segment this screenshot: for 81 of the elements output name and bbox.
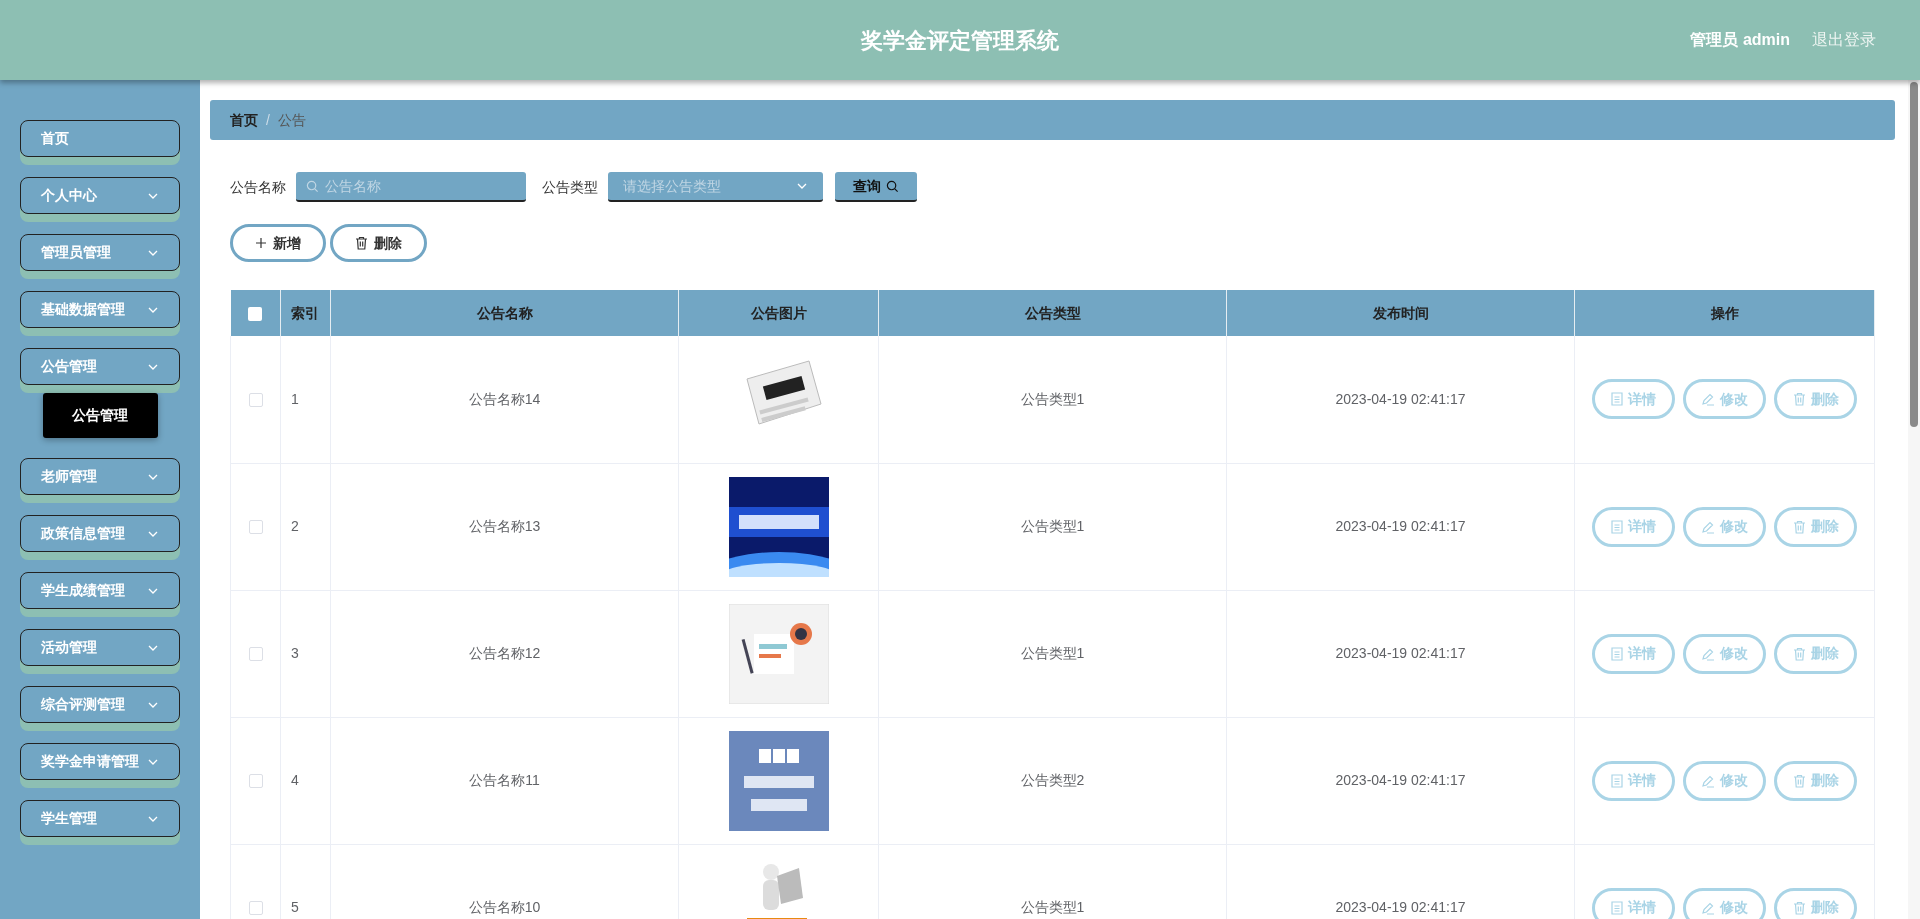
table-cell: 3 bbox=[291, 645, 299, 661]
row-action-button[interactable]: 删除 bbox=[1774, 887, 1857, 919]
row-action-button[interactable]: 详情 bbox=[1592, 506, 1675, 547]
row-checkbox[interactable] bbox=[248, 393, 263, 408]
table-cell: 2023-04-19 02:41:17 bbox=[1335, 645, 1466, 661]
pencil-icon bbox=[1701, 646, 1715, 661]
table-cell: 公告类型1 bbox=[1020, 518, 1085, 534]
document-icon bbox=[1611, 646, 1623, 661]
app-title: 奖学金评定管理系统 bbox=[861, 26, 1059, 55]
table-cell: 公告名称13 bbox=[468, 518, 541, 534]
trash-icon bbox=[1792, 646, 1806, 661]
pencil-icon bbox=[1701, 519, 1715, 534]
submenu-item[interactable]: 公告管理 bbox=[42, 393, 158, 438]
plus-icon bbox=[255, 237, 267, 249]
table-cell: 公告名称12 bbox=[468, 645, 541, 661]
document-icon bbox=[1611, 392, 1623, 407]
table-cell: 公告类型2 bbox=[1020, 772, 1085, 788]
scrollbar[interactable] bbox=[1908, 80, 1920, 919]
table-cell: 2023-04-19 02:41:17 bbox=[1335, 390, 1466, 407]
row-checkbox[interactable] bbox=[248, 901, 263, 916]
table-cell: 公告名称14 bbox=[468, 390, 541, 407]
table-cell: 公告名称10 bbox=[468, 899, 541, 915]
trash-icon bbox=[355, 236, 368, 250]
pencil-icon bbox=[1701, 900, 1715, 915]
column-header: 公告类型 bbox=[878, 290, 1227, 336]
row-action-button[interactable]: 删除 bbox=[1774, 760, 1857, 801]
pencil-icon bbox=[1701, 773, 1715, 788]
column-header: 操作 bbox=[1574, 290, 1875, 336]
pencil-icon bbox=[1701, 392, 1715, 407]
column-header: 公告图片 bbox=[678, 290, 879, 336]
logout-link[interactable]: 退出登录 bbox=[1812, 28, 1876, 52]
query-button[interactable]: 查询 bbox=[835, 172, 917, 202]
trash-icon bbox=[1792, 900, 1806, 915]
table-cell: 2023-04-19 02:41:17 bbox=[1335, 899, 1466, 915]
name-search-field[interactable]: 公告名称 bbox=[296, 172, 526, 202]
table-cell: 公告类型1 bbox=[1020, 390, 1085, 407]
table-cell: 2023-04-19 02:41:17 bbox=[1335, 518, 1466, 534]
row-action-button[interactable]: 删除 bbox=[1774, 506, 1857, 547]
trash-icon bbox=[1792, 392, 1806, 407]
row-action-button[interactable]: 删除 bbox=[1774, 633, 1857, 674]
row-checkbox[interactable] bbox=[248, 774, 263, 789]
row-action-button[interactable]: 删除 bbox=[1774, 379, 1857, 420]
row-action-button[interactable]: 详情 bbox=[1592, 379, 1675, 420]
table-cell: 5 bbox=[291, 899, 299, 915]
search-icon bbox=[886, 179, 899, 193]
row-checkbox[interactable] bbox=[248, 647, 263, 662]
trash-icon bbox=[1792, 773, 1806, 788]
row-action-button[interactable]: 修改 bbox=[1683, 887, 1766, 919]
select-all-checkbox[interactable] bbox=[248, 306, 263, 321]
document-icon bbox=[1611, 900, 1623, 915]
user-label: 管理员 admin bbox=[1690, 30, 1790, 50]
row-action-button[interactable]: 修改 bbox=[1683, 633, 1766, 674]
row-action-button[interactable]: 详情 bbox=[1592, 887, 1675, 919]
row-action-button[interactable]: 修改 bbox=[1683, 506, 1766, 547]
table-cell: 2 bbox=[291, 518, 299, 534]
field-label: 公告名称 bbox=[230, 177, 286, 197]
document-icon bbox=[1611, 519, 1623, 534]
breadcrumb-separator: / bbox=[266, 110, 270, 130]
column-header: 发布时间 bbox=[1226, 290, 1575, 336]
add-button[interactable]: 新增 bbox=[230, 224, 326, 262]
table-cell: 公告类型1 bbox=[1020, 645, 1085, 661]
breadcrumb-item: 公告 bbox=[277, 110, 306, 130]
field-label: 公告类型 bbox=[542, 177, 598, 197]
row-action-button[interactable]: 修改 bbox=[1683, 760, 1766, 801]
table-cell: 公告名称11 bbox=[469, 772, 540, 788]
type-select[interactable]: 请选择公告类型 bbox=[608, 172, 823, 202]
document-icon bbox=[1611, 773, 1623, 788]
trash-icon bbox=[1792, 519, 1806, 534]
search-icon bbox=[306, 180, 319, 193]
column-header: 索引 bbox=[280, 290, 331, 336]
table-cell: 4 bbox=[291, 772, 299, 788]
delete-button[interactable]: 删除 bbox=[330, 224, 427, 262]
row-action-button[interactable]: 详情 bbox=[1592, 760, 1675, 801]
table-cell: 1 bbox=[291, 390, 299, 407]
row-checkbox[interactable] bbox=[248, 520, 263, 535]
breadcrumb-item[interactable]: 首页 bbox=[230, 109, 258, 131]
row-action-button[interactable]: 详情 bbox=[1592, 633, 1675, 674]
row-action-button[interactable]: 修改 bbox=[1683, 379, 1766, 420]
table-cell: 2023-04-19 02:41:17 bbox=[1335, 772, 1466, 788]
table-cell: 公告类型1 bbox=[1020, 899, 1085, 915]
column-header: 公告名称 bbox=[330, 290, 679, 336]
